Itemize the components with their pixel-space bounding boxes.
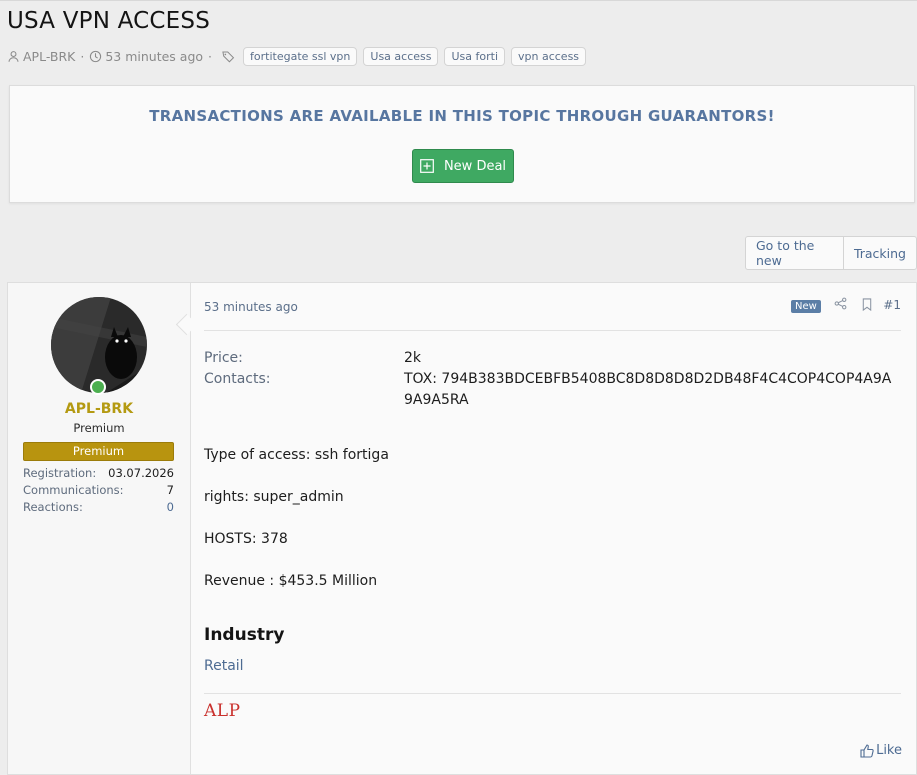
field-value: TOX: 794B383BDCEBFB5408BC8D8D8D8D2DB48F4… [404,371,892,408]
post-header: 53 minutes ago New #1 [204,295,901,319]
field-label: Price: [204,350,243,366]
body-line: Revenue : $453.5 Million [204,573,378,589]
tracking-button[interactable]: Tracking [842,237,916,269]
signature-divider [204,693,901,694]
share-icon[interactable] [834,297,847,310]
thread-time[interactable]: 53 minutes ago [105,49,203,64]
new-deal-button[interactable]: New Deal [412,149,514,183]
post-number[interactable]: #1 [883,298,901,312]
meta-separator: · [208,48,213,64]
tag-vpn-access[interactable]: vpn access [511,46,587,66]
tag-usa-access[interactable]: Usa access [363,46,439,66]
industry-value-link[interactable]: Retail [204,658,244,674]
tag-fortitegate-ssl-vpn[interactable]: fortitegate ssl vpn [243,46,358,66]
thread-title: USA VPN ACCESS [7,8,211,34]
tags-icon [222,51,235,62]
stat-row-registration: Registration: 03.07.2026 [23,464,174,481]
post-time[interactable]: 53 minutes ago [204,300,298,314]
user-title: Premium [73,421,125,435]
body-line: Type of access: ssh fortiga [204,447,389,463]
user-stats: Registration: 03.07.2026 Communications:… [23,464,174,515]
field-row-contacts: Contacts: TOX: 794B383BDCEBFB5408BC8D8D8… [204,369,901,411]
post-username[interactable]: APL-BRK [8,401,190,417]
post-body: Type of access: ssh fortiga rights: supe… [204,445,389,613]
bookmark-icon[interactable] [861,298,873,311]
thread-meta: APL-BRK · 53 minutes ago · fortitegate s… [7,45,592,67]
stat-label: Registration: [23,465,97,480]
plus-square-icon [420,159,434,173]
body-line: rights: super_admin [204,489,344,505]
stat-label: Communications: [23,482,124,497]
post: APL-BRK Premium Premium Registration: 03… [7,282,917,775]
post-header-divider [204,330,901,331]
like-button[interactable]: Like [860,743,902,758]
clock-icon [90,50,102,62]
post-fields: Price: 2k Contacts: TOX: 794B383BDCEBFB5… [204,348,901,411]
field-label: Contacts: [204,371,271,387]
meta-separator: · [80,48,85,64]
stat-row-communications: Communications: 7 [23,481,174,498]
stat-label: Reactions: [23,499,83,514]
stat-row-reactions: Reactions: 0 [23,498,174,515]
stat-value-reactions[interactable]: 0 [167,500,174,514]
body-line: HOSTS: 378 [204,531,288,547]
field-row-price: Price: 2k [204,348,901,369]
guarantor-notice: TRANSACTIONS ARE AVAILABLE IN THIS TOPIC… [9,85,915,203]
post-user-cell: APL-BRK Premium Premium Registration: 03… [8,283,191,774]
stat-value: 7 [166,482,174,497]
online-indicator [90,379,106,395]
guarantor-notice-text: TRANSACTIONS ARE AVAILABLE IN THIS TOPIC… [149,107,775,125]
stat-value: 03.07.2026 [108,465,174,480]
new-deal-label: New Deal [443,158,507,174]
go-to-new-button[interactable]: Go to the new [746,237,843,269]
like-label: Like [876,743,902,758]
thread-nav-buttons: Go to the new Tracking [745,236,917,270]
thread-author[interactable]: APL-BRK [23,49,75,64]
premium-banner: Premium [23,442,174,461]
signature: ALP [204,701,241,721]
top-divider [0,0,917,1]
thumbs-up-icon [860,743,874,758]
field-value: 2k [404,350,422,366]
user-icon [8,50,19,62]
tag-usa-forti[interactable]: Usa forti [444,46,505,66]
new-badge: New [791,300,821,313]
industry-heading: Industry [204,625,285,645]
